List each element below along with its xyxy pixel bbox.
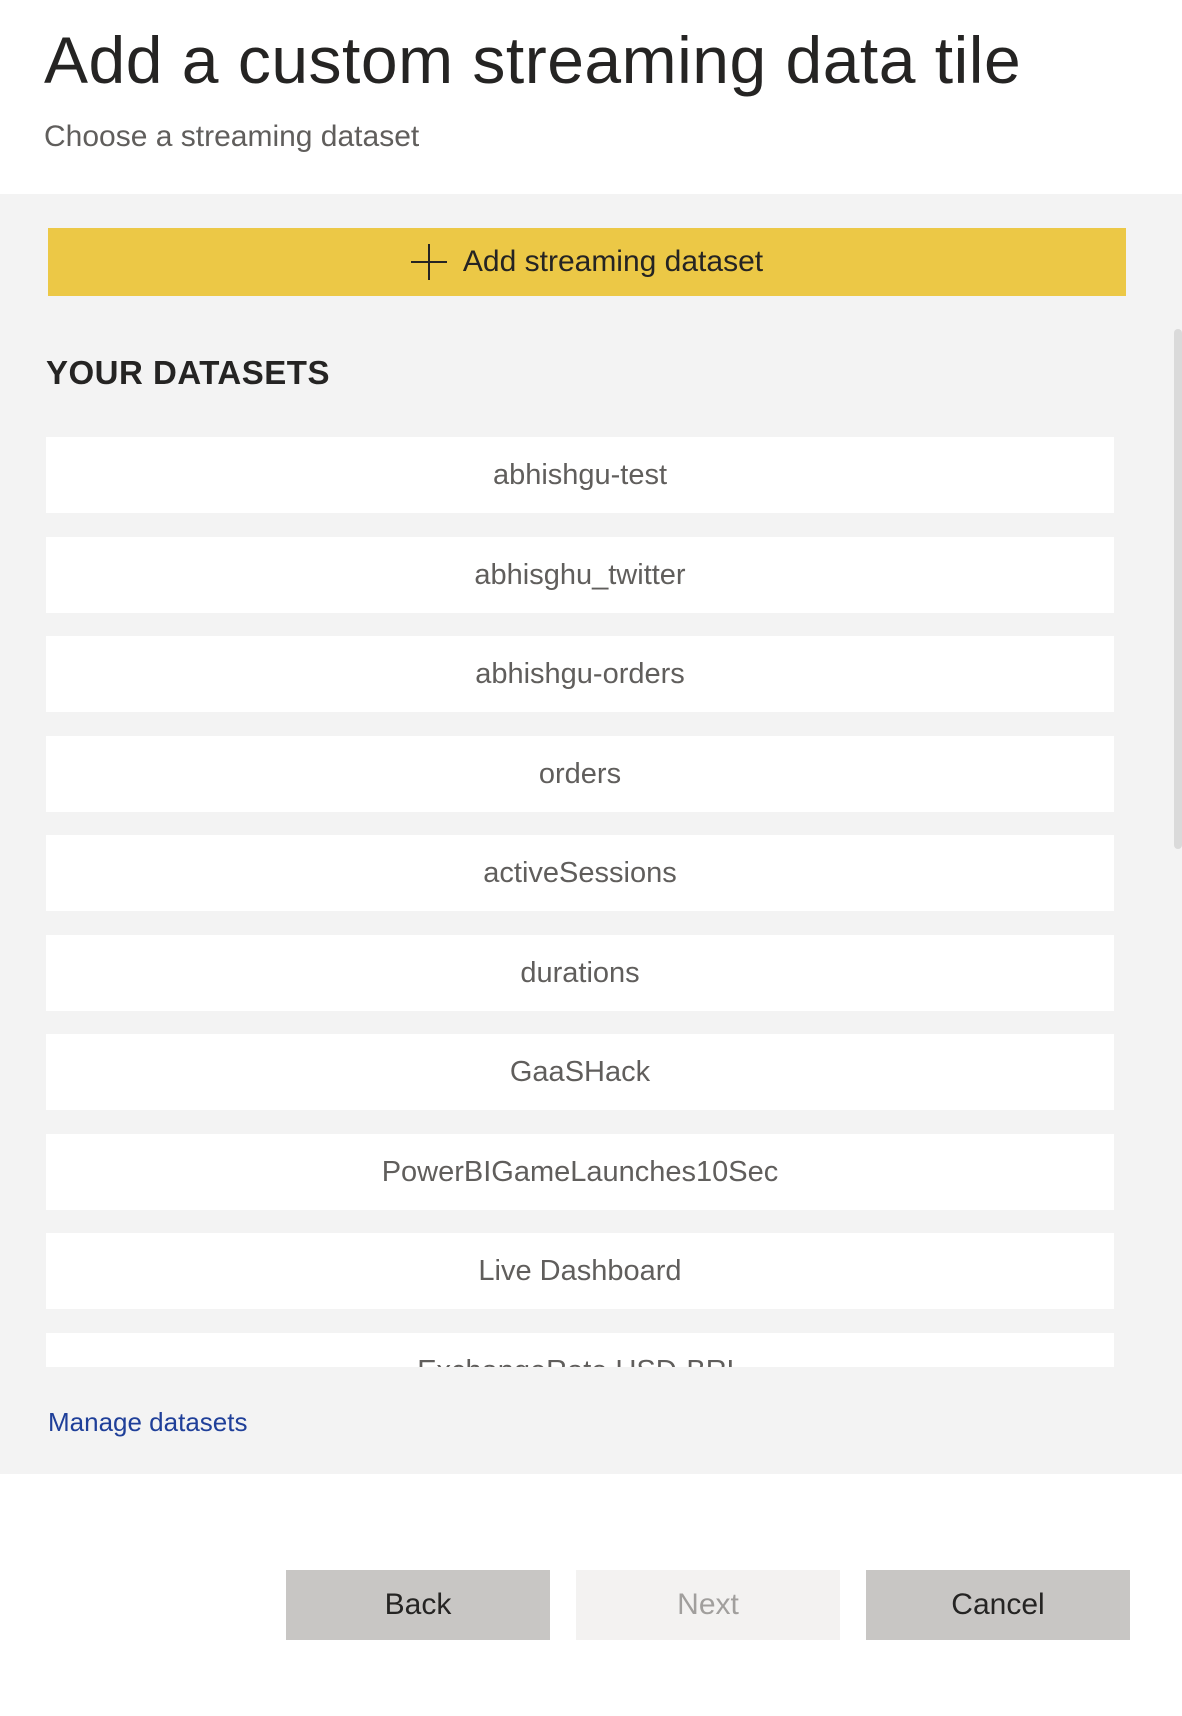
back-button[interactable]: Back [286, 1570, 550, 1640]
plus-icon [410, 244, 447, 280]
page-title: Add a custom streaming data tile [44, 23, 1022, 97]
manage-datasets-link[interactable]: Manage datasets [48, 1407, 247, 1438]
next-button[interactable]: Next [576, 1570, 840, 1640]
dataset-list[interactable]: abhishgu-test abhisghu_twitter abhishgu-or… [46, 437, 1114, 1367]
add-streaming-dataset-label: Add streaming dataset [462, 245, 764, 278]
section-title-your-datasets: YOUR DATASETS [46, 354, 330, 391]
page-subtitle: Choose a streaming dataset [44, 120, 420, 153]
dataset-list-item[interactable]: PowerBIGameLaunches10Sec [46, 1134, 1114, 1210]
dialog-header: Add a custom streaming data tile Choose … [0, 0, 1182, 194]
list-scrollbar[interactable] [1174, 329, 1182, 849]
dataset-list-item[interactable]: abhisghu_twitter [46, 537, 1114, 613]
dataset-list-item[interactable]: durations [46, 935, 1114, 1011]
dataset-list-item[interactable]: GaaSHack [46, 1034, 1114, 1110]
dataset-list-item[interactable]: Live Dashboard [46, 1233, 1114, 1309]
dataset-list-item[interactable]: abhishgu-orders [46, 636, 1114, 712]
dataset-list-item[interactable]: ExchangeRate USD-BRL [46, 1333, 1114, 1367]
cancel-button[interactable]: Cancel [866, 1570, 1130, 1640]
dataset-panel: Add streaming dataset YOUR DATASETS abhi… [0, 194, 1182, 1474]
dataset-list-item[interactable]: activeSessions [46, 835, 1114, 911]
dataset-list-item[interactable]: orders [46, 736, 1114, 812]
add-streaming-dataset-button[interactable]: Add streaming dataset [48, 228, 1126, 296]
dataset-list-item[interactable]: abhishgu-test [46, 437, 1114, 513]
